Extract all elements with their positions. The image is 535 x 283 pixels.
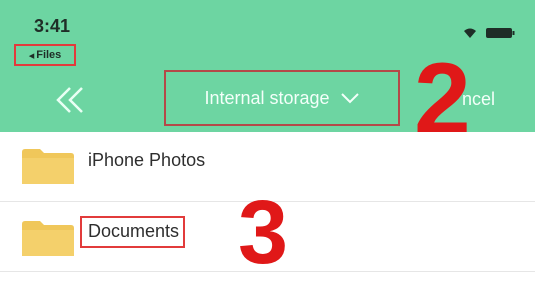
battery-icon [486,28,515,38]
back-to-files-label: Files [36,49,62,61]
back-triangle-icon: ◂ [28,49,35,62]
back-to-files-button[interactable]: ◂ Files [14,44,76,66]
chevron-down-icon [340,93,359,104]
app-header: 3:41 ◂ Files Internal storage ncel 2 [0,0,535,150]
annotation-marker-3: 3 [238,183,289,283]
double-chevron-left-icon[interactable] [50,80,90,120]
wifi-icon [464,28,476,38]
location-label: Internal storage [204,87,330,108]
folder-icon [22,221,74,256]
status-icons [464,28,515,38]
folder-icon [22,149,74,184]
status-time: 3:41 [34,16,71,36]
file-name: Documents [80,216,186,248]
file-name: iPhone Photos [88,150,206,170]
location-picker[interactable]: Internal storage [164,70,400,126]
